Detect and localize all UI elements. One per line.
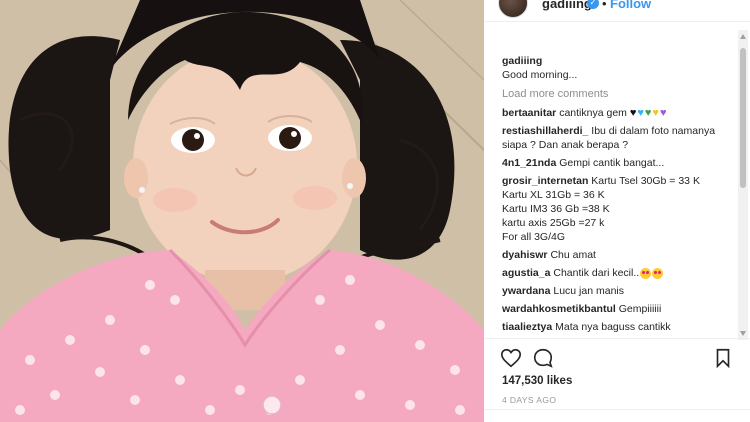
heart-icon: ♥ — [629, 106, 637, 119]
post-header: gadiiing ✓ • Follow — [484, 0, 750, 22]
comment-user[interactable]: tiaalieztya — [502, 321, 552, 333]
comment-user[interactable]: restiashillaherdi_ — [502, 125, 588, 137]
likes-count[interactable]: 147,530 likes — [502, 375, 572, 387]
verified-badge-icon: ✓ — [587, 0, 599, 9]
scroll-up-arrow-icon[interactable] — [740, 34, 746, 39]
child-photo-illustration — [0, 0, 484, 422]
comment-row: dyahiswr Chu amat — [502, 248, 734, 262]
comment-row: bertaanitar cantiknya gem ♥ ♥ ♥ ♥ ♥ — [502, 106, 734, 120]
comment-user[interactable]: dyahiswr — [502, 249, 548, 261]
comment-row: wardahkosmetikbantul Gempiiiiii — [502, 302, 734, 316]
post-timestamp[interactable]: 4 DAYS AGO — [502, 395, 556, 405]
comment-row: restiashillaherdi_ Ibu di dalam foto nam… — [502, 124, 734, 152]
scroll-down-arrow-icon[interactable] — [740, 331, 746, 336]
heart-outline-icon[interactable] — [500, 347, 522, 369]
comment-text: Chantik dari kecil.. — [553, 267, 640, 279]
heart-eyes-emoji-icon — [652, 267, 664, 279]
caption: gadiiing Good morning... — [502, 40, 734, 82]
comment-text: Mata nya baguss cantikk — [555, 321, 671, 333]
comment-text: Gempi cantik bangat... — [559, 157, 665, 169]
separator: • — [602, 0, 607, 11]
post-photo[interactable] — [0, 0, 484, 422]
comment-user[interactable]: bertaanitar — [502, 107, 556, 119]
heart-eyes-emoji-icon — [640, 267, 652, 279]
post-actions: 147,530 likes 4 DAYS AGO — [484, 338, 750, 422]
post-username[interactable]: gadiiing — [542, 0, 592, 11]
comment-text: Gempiiiiii — [618, 303, 662, 315]
comment-user[interactable]: 4n1_21nda — [502, 157, 556, 169]
heart-icon: ♥ — [652, 106, 659, 119]
follow-button[interactable]: Follow — [610, 0, 651, 11]
comments-scrollbar[interactable] — [738, 30, 748, 340]
comment-bubble-icon[interactable] — [532, 347, 554, 369]
comments-list[interactable]: gadiiing Good morning... Load more comme… — [502, 40, 734, 340]
comment-user[interactable]: agustia_a — [502, 267, 550, 279]
comment-row: tiaalieztya Mata nya baguss cantikk — [502, 320, 734, 334]
heart-emojis: ♥ ♥ ♥ ♥ ♥ — [629, 106, 667, 119]
comment-row: ywardana Lucu jan manis — [502, 284, 734, 298]
comment-row: 4n1_21nda Gempi cantik bangat... — [502, 156, 734, 170]
instagram-post: gadiiing ✓ • Follow gadiiing Good mornin… — [0, 0, 750, 422]
heart-icon: ♥ — [659, 106, 667, 119]
heart-icon: ♥ — [637, 106, 644, 119]
post-side-panel: gadiiing ✓ • Follow gadiiing Good mornin… — [484, 0, 750, 422]
bookmark-icon[interactable] — [712, 347, 734, 369]
heart-icon: ♥ — [644, 106, 652, 119]
comment-row: grosir_internetan Kartu Tsel 30Gb = 33 K… — [502, 174, 734, 244]
comment-row: agustia_a Chantik dari kecil.. — [502, 266, 734, 280]
comment-text: Lucu jan manis — [553, 285, 624, 297]
avatar[interactable] — [498, 0, 528, 18]
comment-user[interactable]: grosir_internetan — [502, 175, 588, 187]
load-more-comments-button[interactable]: Load more comments — [502, 88, 734, 100]
comment-text: cantiknya gem — [559, 107, 627, 119]
scrollbar-thumb[interactable] — [740, 48, 746, 188]
divider — [484, 409, 750, 410]
comment-user[interactable]: gadiiing — [502, 55, 542, 67]
comment-text: Good morning... — [502, 69, 578, 81]
comment-text: Chu amat — [550, 249, 596, 261]
comment-user[interactable]: ywardana — [502, 285, 550, 297]
comment-user[interactable]: wardahkosmetikbantul — [502, 303, 616, 315]
